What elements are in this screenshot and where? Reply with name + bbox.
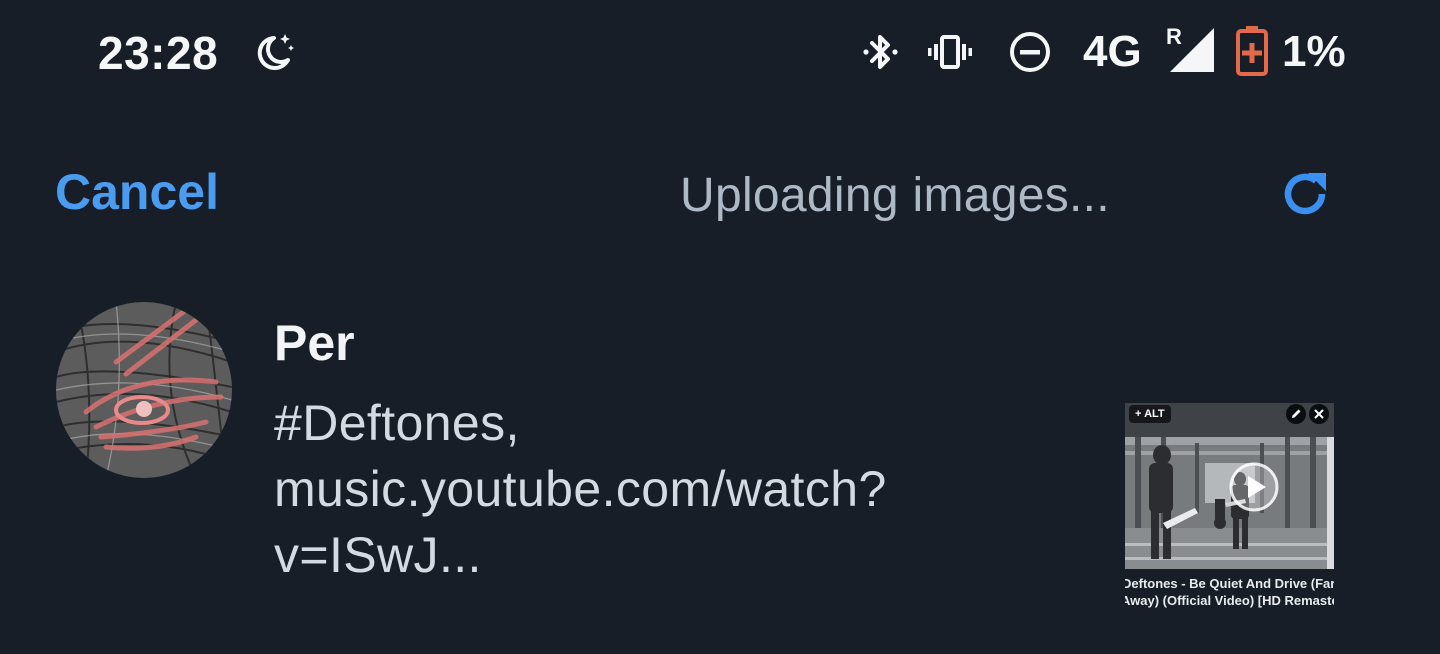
edit-icon[interactable] <box>1286 404 1306 424</box>
do-not-disturb-icon <box>1010 32 1050 72</box>
cancel-button[interactable]: Cancel <box>55 163 219 221</box>
network-type-label: 4G <box>1083 27 1142 76</box>
add-alt-text-button[interactable]: + ALT <box>1129 405 1171 423</box>
vibrate-icon <box>928 35 972 69</box>
avatar[interactable] <box>56 302 232 478</box>
remove-attachment-icon[interactable] <box>1309 404 1329 424</box>
post-text[interactable]: #Deftones, music.youtube.com/watch? v=IS… <box>274 390 1034 588</box>
post-text-line: music.youtube.com/watch? <box>274 461 887 517</box>
refresh-icon[interactable] <box>1280 168 1332 220</box>
attachment-caption: Deftones - Be Quiet And Drive (Far Away)… <box>1125 575 1334 609</box>
image-attachment: + ALT Deftones - Be Quiet And Drive (Far… <box>1125 403 1334 613</box>
status-bar: 23:28 4G R 1% <box>0 0 1440 100</box>
battery-charging-icon <box>1236 26 1268 76</box>
upload-status-text: Uploading images... <box>680 169 1110 222</box>
author-name: Per <box>274 315 355 371</box>
attachment-caption-line: Deftones - Be Quiet And Drive (Far <box>1125 576 1334 591</box>
status-clock: 23:28 <box>98 27 219 79</box>
battery-percentage: 1% <box>1282 27 1346 76</box>
post-text-line: v=ISwJ... <box>274 527 482 583</box>
play-icon[interactable] <box>1229 462 1279 512</box>
attachment-thumbnail[interactable]: + ALT <box>1125 403 1334 569</box>
attachment-caption-line: Away) (Official Video) [HD Remaster <box>1125 593 1334 608</box>
bluetooth-icon <box>863 35 898 69</box>
signal-icon <box>1170 28 1214 72</box>
compose-screen: 23:28 4G R 1% Cancel Uploading images...… <box>0 0 1440 654</box>
post-text-line: #Deftones, <box>274 395 520 451</box>
avatar-image <box>56 302 232 478</box>
night-mode-icon <box>257 34 294 70</box>
